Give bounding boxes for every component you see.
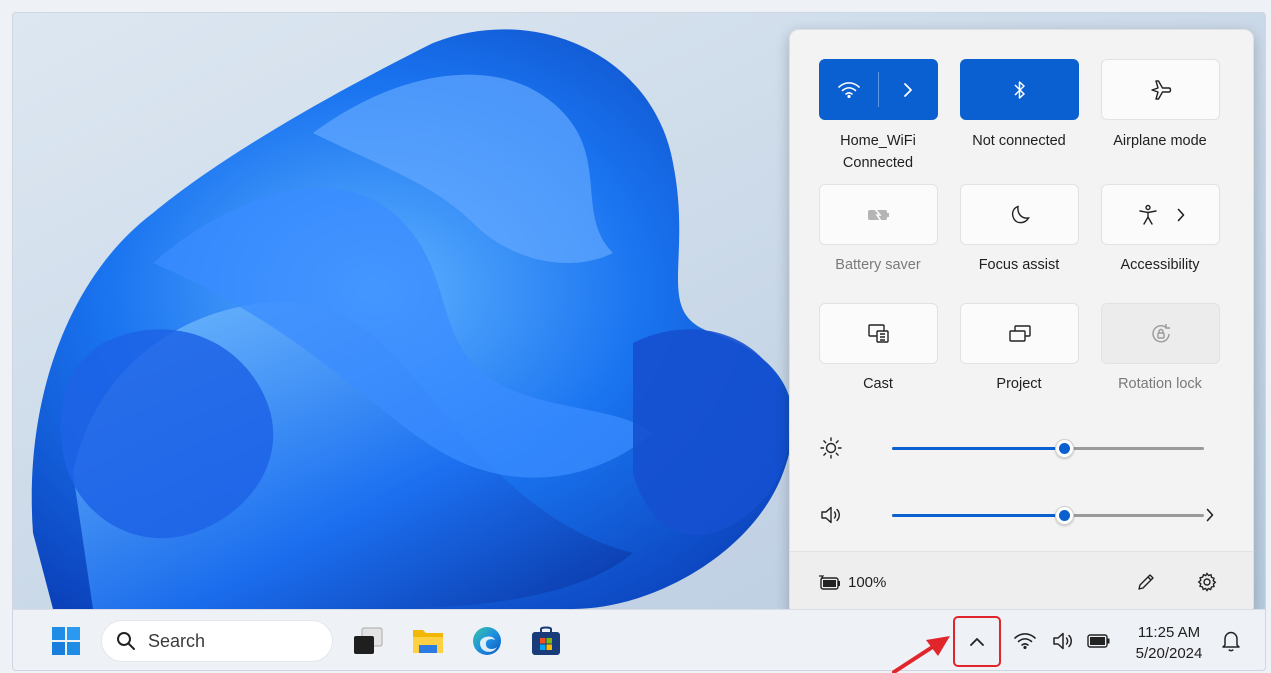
- wifi-status: Connected: [842, 155, 914, 171]
- airplane-icon: [1150, 79, 1171, 100]
- accessibility-icon: [1138, 204, 1157, 225]
- wifi-icon: [1014, 633, 1036, 649]
- focus-assist-label: Focus assist: [978, 257, 1060, 273]
- task-view-icon: [354, 627, 383, 654]
- clock-time: 11:25 AM: [1137, 624, 1201, 641]
- rotation-lock-tile[interactable]: [1101, 303, 1220, 364]
- battery-saver-label: Battery saver: [835, 257, 921, 273]
- project-label: Project: [996, 376, 1042, 392]
- brightness-slider-thumb[interactable]: [1055, 439, 1074, 458]
- battery-saver-icon: [867, 207, 889, 221]
- accessibility-tile[interactable]: [1101, 184, 1220, 245]
- wifi-icon: [838, 81, 860, 98]
- rotation-lock-label: Rotation lock: [1118, 376, 1202, 392]
- taskbar-clock[interactable]: 11:25 AM 5/20/2024: [1131, 622, 1207, 664]
- speaker-icon: [1053, 632, 1072, 650]
- battery-icon: [1087, 634, 1110, 648]
- battery-status[interactable]: 100%: [818, 574, 886, 591]
- task-view-button[interactable]: [349, 622, 387, 660]
- project-icon: [1008, 324, 1031, 342]
- edge-icon: [473, 627, 501, 655]
- store-icon: [532, 626, 560, 655]
- brightness-icon: [820, 437, 842, 459]
- windows-logo-icon: [52, 627, 80, 655]
- chevron-right-icon: [1177, 208, 1184, 221]
- speaker-icon: [821, 506, 840, 524]
- settings-button[interactable]: [1197, 572, 1217, 597]
- wifi-tile[interactable]: [819, 59, 938, 120]
- chevron-up-icon: [970, 637, 984, 646]
- bell-icon: [1222, 631, 1240, 652]
- notifications-button[interactable]: [1213, 622, 1249, 660]
- project-tile[interactable]: [960, 303, 1079, 364]
- wifi-toggle[interactable]: [820, 60, 878, 119]
- pencil-icon: [1138, 574, 1154, 590]
- brightness-slider[interactable]: [892, 439, 1204, 458]
- focus-assist-tile[interactable]: [960, 184, 1079, 245]
- start-button[interactable]: [47, 622, 85, 660]
- volume-slider-thumb[interactable]: [1055, 506, 1074, 525]
- gear-icon: [1197, 572, 1217, 592]
- cast-label: Cast: [863, 376, 893, 392]
- edit-quick-settings-button[interactable]: [1136, 572, 1156, 597]
- quick-settings-panel: Home_WiFi Connected Not connected Airpla…: [789, 29, 1254, 616]
- bluetooth-tile[interactable]: [960, 59, 1079, 120]
- wifi-expand-button[interactable]: [879, 60, 937, 119]
- wifi-network-name: Home_WiFi: [840, 133, 916, 149]
- cast-icon: [867, 323, 889, 343]
- battery-percentage: 100%: [848, 574, 887, 591]
- tray-volume-button[interactable]: [1045, 622, 1081, 660]
- tray-network-button[interactable]: [1007, 622, 1043, 660]
- show-hidden-icons-button[interactable]: [953, 616, 1001, 667]
- cast-tile[interactable]: [819, 303, 938, 364]
- edge-browser-button[interactable]: [468, 622, 506, 660]
- brightness-slider-row: [818, 433, 1238, 463]
- audio-output-chevron-icon[interactable]: [1206, 508, 1214, 522]
- volume-slider-fill: [892, 514, 1064, 517]
- chevron-right-icon: [904, 82, 912, 97]
- tray-battery-button[interactable]: [1081, 622, 1117, 660]
- volume-slider-row: [818, 500, 1238, 530]
- microsoft-store-button[interactable]: [527, 622, 565, 660]
- airplane-mode-tile[interactable]: [1101, 59, 1220, 120]
- brightness-slider-fill: [892, 447, 1064, 450]
- airplane-mode-label: Airplane mode: [1113, 133, 1207, 149]
- taskbar: Search 11:25 AM 5/20/2024: [13, 609, 1265, 670]
- folder-icon: [413, 630, 443, 653]
- annotation-arrow: [892, 636, 950, 673]
- rotation-lock-icon: [1151, 323, 1170, 342]
- taskbar-search-box[interactable]: Search: [101, 620, 333, 662]
- search-placeholder: Search: [148, 630, 206, 651]
- search-icon: [117, 632, 135, 650]
- battery-charging-icon: [819, 574, 840, 590]
- desktop-screen: Home_WiFi Connected Not connected Airpla…: [12, 12, 1266, 671]
- bluetooth-icon: [1013, 80, 1025, 99]
- bluetooth-label: Not connected: [972, 133, 1066, 149]
- file-explorer-button[interactable]: [409, 622, 447, 660]
- battery-saver-tile[interactable]: [819, 184, 938, 245]
- clock-date: 5/20/2024: [1135, 645, 1203, 662]
- volume-slider[interactable]: [892, 506, 1204, 525]
- accessibility-label: Accessibility: [1120, 257, 1200, 273]
- wifi-label: Home_WiFi Connected: [803, 130, 953, 174]
- moon-icon: [1011, 205, 1030, 223]
- quick-settings-footer: 100%: [790, 551, 1253, 615]
